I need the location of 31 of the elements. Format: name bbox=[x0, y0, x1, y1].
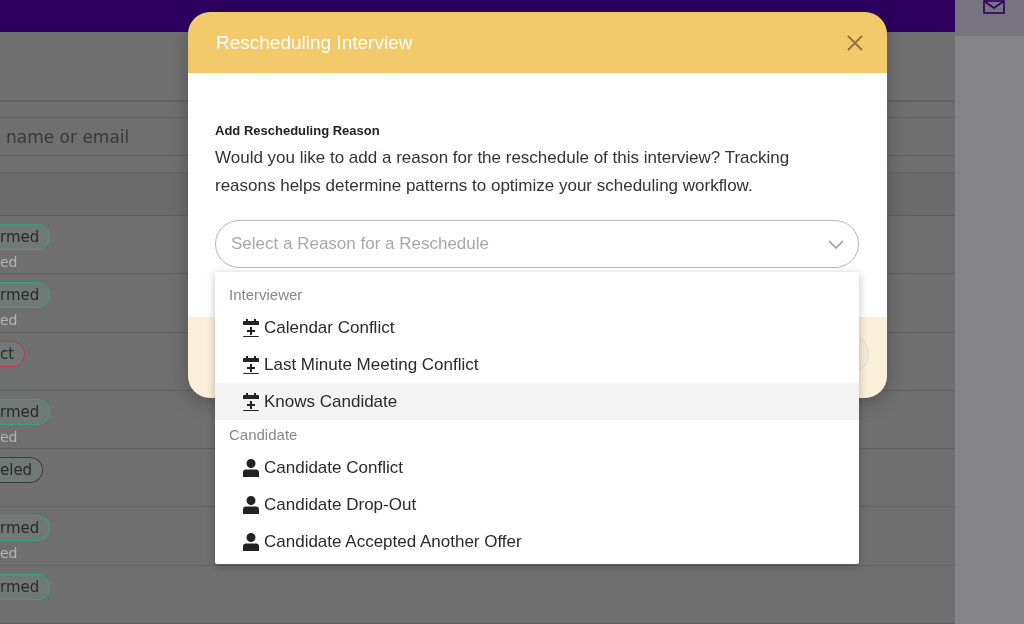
status-badge: ct bbox=[0, 340, 26, 367]
close-button[interactable] bbox=[845, 32, 865, 53]
description-text: Would you like to add a reason for the reschedule of this interview? Tracking reasons helps determine patterns to optimize your scheduling workflow. bbox=[215, 147, 791, 197]
status-badge: rmed bbox=[0, 573, 51, 600]
menu-item[interactable]: Candidate Drop-Out bbox=[215, 486, 859, 523]
status-note: ed bbox=[0, 428, 18, 445]
group-label: Interviewer bbox=[228, 285, 304, 305]
menu-item[interactable]: Candidate Accepted Another Offer bbox=[215, 523, 859, 560]
person-icon bbox=[243, 532, 259, 551]
section-label: Add Rescheduling Reason bbox=[215, 123, 381, 138]
person-icon bbox=[243, 495, 259, 514]
chevron-down-icon bbox=[828, 239, 844, 249]
status-badge: rmed bbox=[0, 224, 51, 251]
status-badge: eled bbox=[0, 457, 44, 484]
group-label: Candidate bbox=[228, 425, 299, 445]
calendar-plus-icon bbox=[243, 392, 259, 411]
menu-item[interactable]: Candidate Conflict bbox=[215, 449, 859, 486]
status-note: ed bbox=[0, 545, 18, 562]
calendar-plus-icon bbox=[243, 355, 259, 374]
mail-icon[interactable] bbox=[983, 0, 1005, 14]
status-note: ed bbox=[0, 312, 18, 329]
menu-item[interactable]: Knows Candidate bbox=[215, 383, 859, 420]
status-badge: rmed bbox=[0, 515, 51, 542]
person-icon bbox=[243, 458, 259, 477]
status-badge: rmed bbox=[0, 398, 51, 425]
status-note: ed bbox=[0, 254, 18, 271]
menu-item[interactable]: Calendar Conflict bbox=[215, 309, 859, 346]
menu-item[interactable]: Last Minute Meeting Conflict bbox=[215, 346, 859, 383]
status-badge: rmed bbox=[0, 282, 51, 309]
modal-title: Rescheduling Interview bbox=[216, 31, 413, 54]
calendar-plus-icon bbox=[243, 318, 259, 337]
